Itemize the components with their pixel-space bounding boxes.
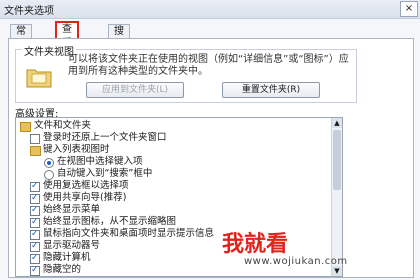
checkbox[interactable] — [30, 180, 40, 192]
checkbox[interactable] — [30, 216, 40, 228]
tree-row-label: 文件和文件夹 — [34, 120, 92, 131]
radio-button[interactable] — [44, 170, 54, 180]
checkbox[interactable] — [30, 264, 40, 276]
folder-views-group: 文件夹视图 可以将该文件夹正在使用的视图（例如“详细信息”或“图标”）应用到所有… — [15, 43, 357, 103]
folder-options-window: 文件夹选项 × 常规 查看 搜索 文件夹视图 可以将该文件夹正在使用的视图（例如… — [0, 0, 420, 280]
tree-row-label: 键入列表视图时 — [43, 144, 110, 155]
site-watermark: 我就看 www.wojiukan.com — [210, 226, 420, 280]
folder-views-description: 可以将该文件夹正在使用的视图（例如“详细信息”或“图标”）应用到所有这种类型的文… — [68, 54, 349, 77]
checkbox[interactable] — [30, 204, 40, 216]
tree-row-label: 登录时还原上一个文件夹窗口 — [43, 132, 167, 143]
tree-row-label: 始终显示菜单 — [43, 204, 101, 215]
apply-to-folders-button[interactable]: 应用到文件夹(L) — [86, 82, 184, 98]
tree-row-label: 自动键入到“搜索”框中 — [57, 168, 153, 179]
watermark-logo-text: 我就看 — [222, 232, 289, 257]
checkbox[interactable] — [30, 228, 40, 240]
window-title: 文件夹选项 — [4, 6, 54, 17]
tree-row-label: 使用复选框以选择项 — [43, 180, 129, 191]
radio-button[interactable] — [44, 158, 54, 168]
tab-general[interactable]: 常规 — [10, 24, 32, 51]
close-button[interactable]: × — [400, 1, 418, 17]
checkbox[interactable] — [30, 192, 40, 204]
folder-icon — [30, 146, 41, 156]
folder-icon — [20, 122, 31, 132]
watermark-url: www.wojiukan.com — [244, 256, 348, 267]
tree-row-label: 鼠标指向文件夹和桌面项时显示提示信息 — [43, 228, 215, 239]
scroll-up-icon[interactable]: ▲ — [332, 118, 342, 128]
reset-folders-button[interactable]: 重置文件夹(R) — [222, 82, 320, 98]
tree-row-label: 隐藏计算机 — [43, 252, 91, 263]
tree-row-label: 在视图中选择键入项 — [57, 156, 143, 167]
title-bar: 文件夹选项 × — [0, 0, 420, 19]
checkbox[interactable] — [30, 252, 40, 264]
tree-row-label: 隐藏空的 — [43, 264, 82, 275]
tree-row-label: 始终显示图标，从不显示缩略图 — [43, 216, 177, 227]
checkbox[interactable] — [30, 134, 40, 144]
tree-row-label: 使用共享向导(推荐) — [43, 192, 127, 203]
checkbox[interactable] — [30, 240, 40, 252]
tree-row-label: 显示驱动器号 — [43, 240, 101, 251]
folder-icon — [26, 69, 52, 88]
tab-search[interactable]: 搜索 — [108, 24, 130, 51]
scroll-thumb[interactable] — [333, 130, 341, 190]
